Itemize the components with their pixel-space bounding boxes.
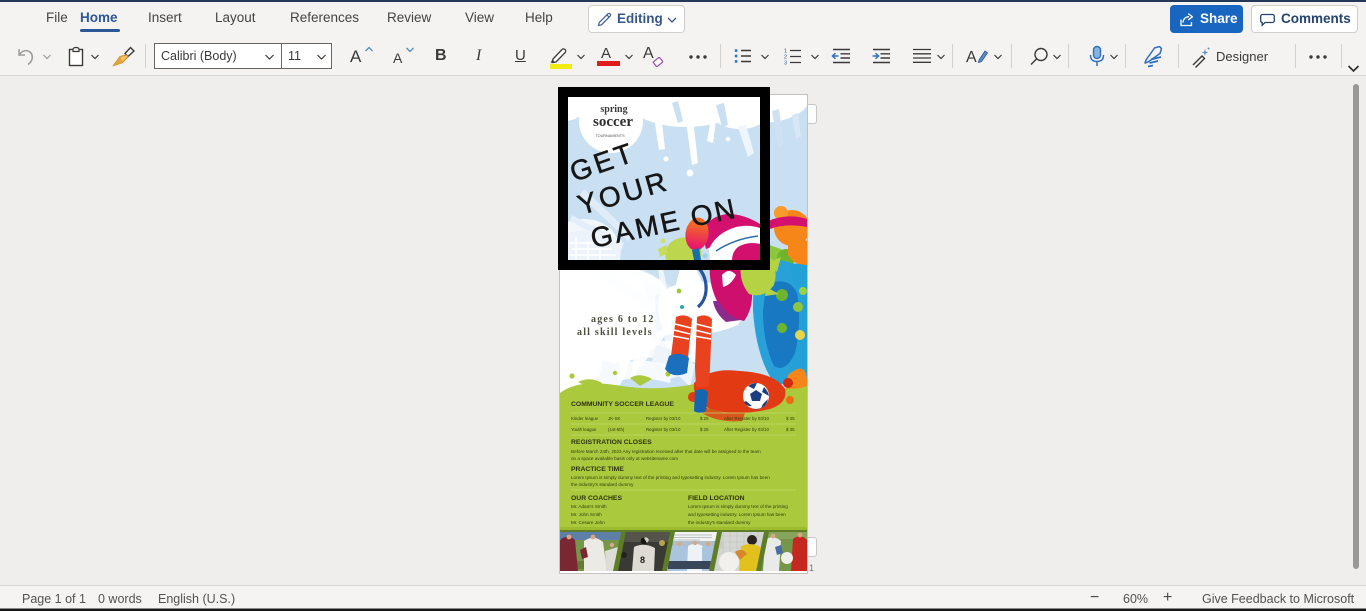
svg-text:Lorem Ipsum is simply dummy: Lorem Ipsum is simply dummy text of the … xyxy=(571,475,770,480)
svg-text:After Register by 03/10: After Register by 03/10 xyxy=(724,427,769,432)
svg-text:After Register by 03/10: After Register by 03/10 xyxy=(724,416,769,421)
svg-text:$ 35: $ 35 xyxy=(786,416,795,421)
svg-text:$ 25: $ 25 xyxy=(700,416,709,421)
svg-text:Youth league: Youth league xyxy=(571,427,597,432)
svg-text:Mr. John Smith: Mr. John Smith xyxy=(571,512,602,517)
svg-text:Lorem Ipsum is simply dumm: Lorem Ipsum is simply dummy text of the … xyxy=(688,504,788,509)
svg-text:3: 3 xyxy=(784,61,787,66)
svg-text:and typesetting industry.: and typesetting industry. Lorem Ipsum ha… xyxy=(688,512,786,517)
svg-text:Mr. Cesare John: Mr. Cesare John xyxy=(571,520,605,525)
svg-text:A: A xyxy=(966,49,977,66)
svg-text:$ 25: $ 25 xyxy=(700,427,709,432)
svg-text:TOURNAMENTS: TOURNAMENTS xyxy=(595,134,625,138)
svg-text:Mr. Adam's Smith: Mr. Adam's Smith xyxy=(571,504,607,509)
svg-text:PRACTICE TIME: PRACTICE TIME xyxy=(571,466,624,473)
svg-text:Before March 24th, 2023 Any: Before March 24th, 2023 Any registration… xyxy=(571,449,761,454)
svg-text:the industry's standard dumm: the industry's standard dummy xyxy=(571,482,634,487)
svg-text:FIELD LOCATION: FIELD LOCATION xyxy=(688,495,745,502)
svg-text:the industry's standard d: the industry's standard dummy xyxy=(688,520,751,525)
svg-text:ages 6 to 12: ages 6 to 12 xyxy=(591,314,655,325)
svg-text:on a space available basis: on a space available basis only at websi… xyxy=(571,456,678,461)
svg-text:REGISTRATION CLOSES: REGISTRATION CLOSES xyxy=(571,439,652,446)
svg-text:soccer: soccer xyxy=(593,114,633,130)
svg-text:Register by 03/10: Register by 03/10 xyxy=(646,416,681,421)
svg-text:all skill levels: all skill levels xyxy=(577,327,653,338)
svg-text:(1st-5th): (1st-5th) xyxy=(608,427,625,432)
svg-text:COMMUNITY SOCCER LEAGUE: COMMUNITY SOCCER LEAGUE xyxy=(571,401,674,408)
svg-text:8: 8 xyxy=(640,555,645,565)
svg-text:Kinder league: Kinder league xyxy=(571,416,599,421)
svg-text:OUR COACHES: OUR COACHES xyxy=(571,495,622,502)
svg-text:$ 35: $ 35 xyxy=(786,427,795,432)
svg-text:JK-SK: JK-SK xyxy=(608,416,621,421)
svg-text:Register by 03/10: Register by 03/10 xyxy=(646,427,681,432)
